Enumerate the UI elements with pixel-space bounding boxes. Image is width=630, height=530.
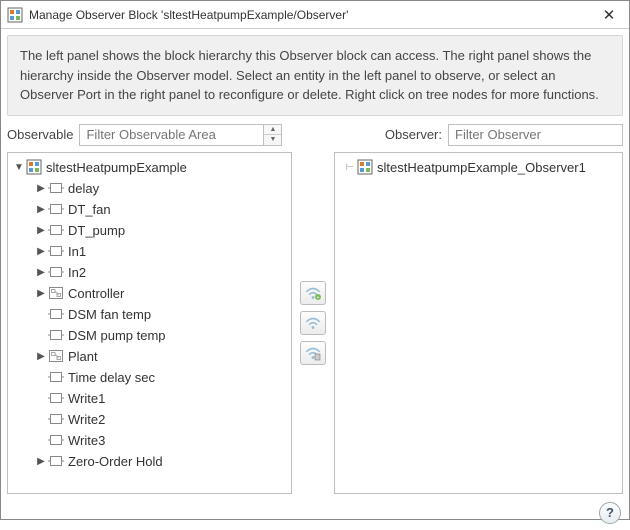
block-icon [48,306,64,322]
tree-item[interactable]: DSM fan temp [32,304,289,325]
window-title: Manage Observer Block 'sltestHeatpumpExa… [29,8,595,22]
tree-item-label: DSM pump temp [68,328,166,343]
tree-item[interactable]: delay [32,178,289,199]
tree-item[interactable]: DSM pump temp [32,325,289,346]
help-button[interactable]: ? [599,502,621,524]
observer-root[interactable]: ⊢ sltestHeatpumpExample_Observer1 [337,157,620,178]
chevron-right-icon[interactable] [34,246,48,257]
block-icon [48,201,64,217]
configure-observer-button[interactable] [300,311,326,335]
tree-item-label: DT_fan [68,202,111,217]
help-icon: ? [606,505,614,520]
block-icon [48,243,64,259]
block-icon [48,453,64,469]
subsystem-icon [48,285,64,301]
stepper-up-icon[interactable]: ▲ [264,125,281,136]
tree-connector: ⊢ [343,162,357,173]
observable-label: Observable [7,127,73,142]
block-icon [48,222,64,238]
chevron-right-icon[interactable] [34,225,48,236]
observable-stepper[interactable]: ▲ ▼ [264,124,282,146]
tree-item-label: Write2 [68,412,105,427]
filter-row: Observable ▲ ▼ Observer: [1,120,629,152]
middle-toolbar: + [292,152,334,494]
observer-filter-input[interactable] [448,124,623,146]
tree-item[interactable]: DT_fan [32,199,289,220]
observer-label: Observer: [385,127,442,142]
svg-text:+: + [317,295,320,301]
app-icon [7,7,23,23]
chevron-right-icon[interactable] [34,351,48,362]
observer-tree-panel[interactable]: ⊢ sltestHeatpumpExample_Observer1 [334,152,623,494]
block-icon [48,180,64,196]
main-area: sltestHeatpumpExample delay DT_fan DT_pump… [1,152,629,500]
model-icon [26,159,42,175]
observable-filter-input[interactable] [79,124,264,146]
chevron-right-icon[interactable] [34,183,48,194]
tree-item-label: In1 [68,244,86,259]
tree-item-label: Write1 [68,391,105,406]
tree-root[interactable]: sltestHeatpumpExample [10,157,289,178]
instructions-panel: The left panel shows the block hierarchy… [7,35,623,116]
tree-item-label: Time delay sec [68,370,155,385]
tree-item-label: delay [68,181,99,196]
footer: ? [1,500,629,530]
model-icon [357,159,373,175]
tree-item-label: Plant [68,349,98,364]
instructions-text: The left panel shows the block hierarchy… [20,48,599,102]
observer-root-label: sltestHeatpumpExample_Observer1 [377,160,586,175]
block-icon [48,411,64,427]
tree-item[interactable]: In1 [32,241,289,262]
block-icon [48,369,64,385]
tree-item-label: Write3 [68,433,105,448]
titlebar: Manage Observer Block 'sltestHeatpumpExa… [1,1,629,29]
observable-tree-panel[interactable]: sltestHeatpumpExample delay DT_fan DT_pump… [7,152,292,494]
chevron-right-icon[interactable] [34,456,48,467]
tree-item[interactable]: Write3 [32,430,289,451]
observable-tree: sltestHeatpumpExample delay DT_fan DT_pump… [8,153,291,476]
observer-tree: ⊢ sltestHeatpumpExample_Observer1 [335,153,622,182]
tree-item[interactable]: Write2 [32,409,289,430]
block-icon [48,327,64,343]
subsystem-icon [48,348,64,364]
tree-item-label: Zero-Order Hold [68,454,163,469]
tree-item-label: DSM fan temp [68,307,151,322]
tree-item-label: In2 [68,265,86,280]
tree-item[interactable]: Controller [32,283,289,304]
stepper-down-icon[interactable]: ▼ [264,135,281,145]
block-icon [48,264,64,280]
close-button[interactable]: ✕ [595,5,623,25]
chevron-right-icon[interactable] [34,288,48,299]
tree-item[interactable]: Zero-Order Hold [32,451,289,472]
block-icon [48,432,64,448]
add-observer-button[interactable]: + [300,281,326,305]
chevron-down-icon[interactable] [12,162,26,173]
chevron-right-icon[interactable] [34,204,48,215]
tree-item[interactable]: Time delay sec [32,367,289,388]
tree-item-label: DT_pump [68,223,125,238]
tree-item[interactable]: Plant [32,346,289,367]
delete-observer-button[interactable] [300,341,326,365]
tree-item-label: Controller [68,286,124,301]
chevron-right-icon[interactable] [34,267,48,278]
tree-root-label: sltestHeatpumpExample [46,160,187,175]
tree-item[interactable]: Write1 [32,388,289,409]
block-icon [48,390,64,406]
tree-item[interactable]: In2 [32,262,289,283]
tree-item[interactable]: DT_pump [32,220,289,241]
